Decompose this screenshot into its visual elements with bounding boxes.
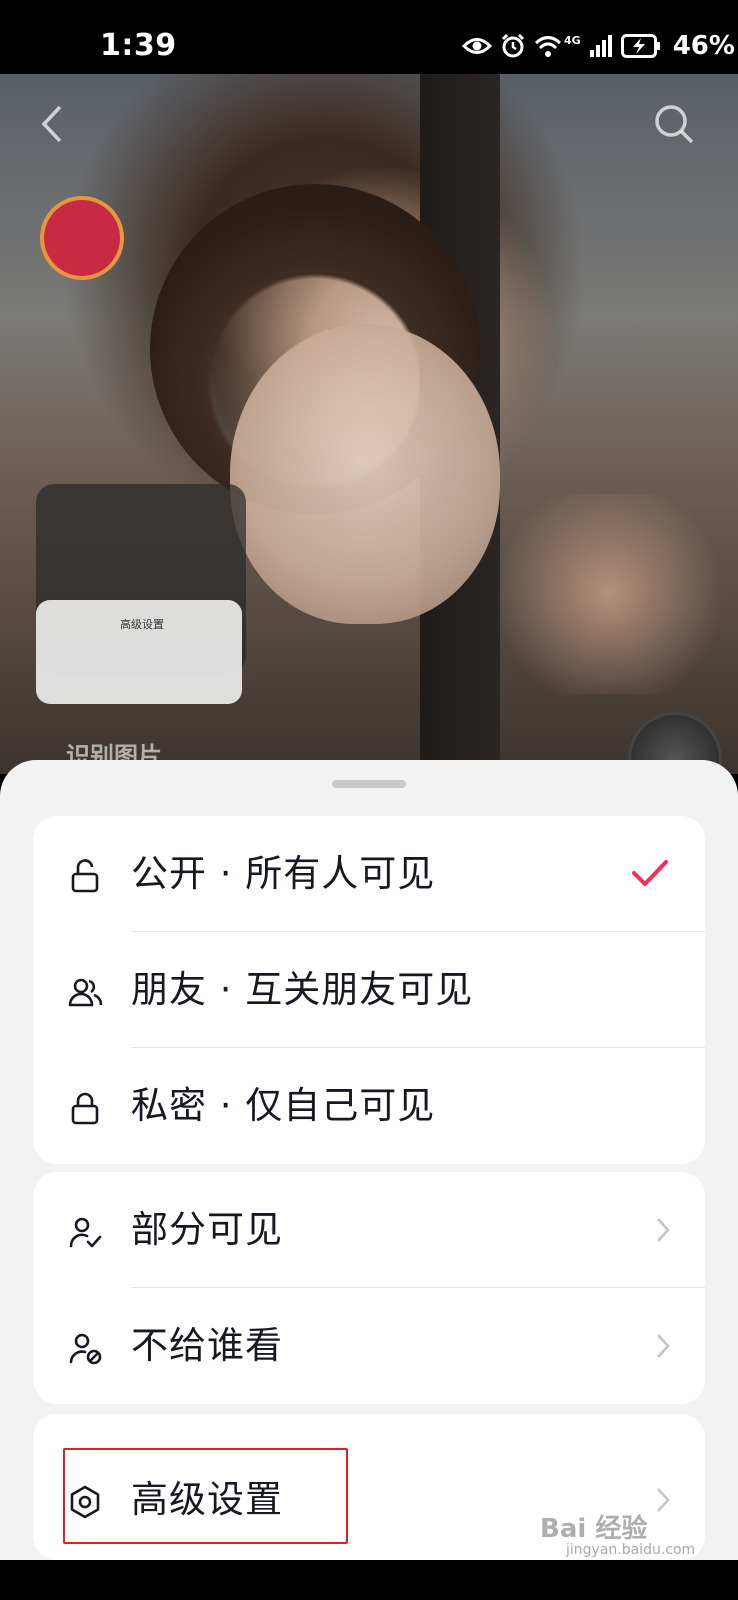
check-icon xyxy=(632,860,668,886)
option-partially-visible-label: 部分可见 xyxy=(131,1208,283,1251)
user-block-icon xyxy=(69,1333,102,1365)
signal-icon xyxy=(589,35,612,57)
option-friends[interactable]: 朋友 · 互关朋友可见 xyxy=(33,932,705,1048)
status-time: 1:39 xyxy=(100,28,177,63)
status-icons: 4G 46% xyxy=(462,31,735,61)
chevron-right-icon xyxy=(657,1218,670,1242)
chevron-right-icon xyxy=(657,1334,670,1358)
option-hide-from-label: 不给谁看 xyxy=(131,1324,283,1367)
alarm-icon xyxy=(501,33,525,58)
status-bar: 1:39 4G 46% xyxy=(0,0,738,74)
background-glow xyxy=(480,494,738,694)
eye-icon xyxy=(462,38,492,54)
option-partially-visible[interactable]: 部分可见 xyxy=(33,1172,705,1288)
user-check-icon xyxy=(69,1217,102,1248)
chevron-right-icon xyxy=(657,1488,670,1512)
battery-charging-icon xyxy=(620,34,660,58)
thumbnail-card-title: 高级设置 xyxy=(120,618,164,631)
bottom-nav-bar xyxy=(0,1560,738,1600)
background-figure-face xyxy=(230,324,500,624)
network-type-label: 4G xyxy=(564,33,581,47)
partial-visibility-card: 部分可见 不给谁看 xyxy=(33,1172,705,1404)
option-private[interactable]: 私密 · 仅自己可见 xyxy=(33,1048,705,1164)
search-icon[interactable] xyxy=(652,102,696,146)
friends-icon xyxy=(68,978,103,1007)
option-private-label: 私密 · 仅自己可见 xyxy=(131,1084,436,1127)
battery-percent: 46% xyxy=(672,31,735,61)
option-public-label: 公开 · 所有人可见 xyxy=(131,852,436,895)
author-avatar[interactable] xyxy=(40,196,124,280)
lock-icon xyxy=(71,1092,99,1125)
sheet-grabber[interactable] xyxy=(332,780,406,788)
unlock-icon xyxy=(71,859,99,893)
annotation-highlight-box xyxy=(63,1448,348,1544)
watermark-logo: Bai 经验 xyxy=(540,1514,648,1544)
watermark-url: jingyan.baidu.com xyxy=(566,1542,696,1558)
option-public[interactable]: 公开 · 所有人可见 xyxy=(33,816,705,932)
visibility-options-card: 公开 · 所有人可见 朋友 · 互关朋友可见 私密 · 仅自己可见 xyxy=(33,816,705,1164)
option-friends-label: 朋友 · 互关朋友可见 xyxy=(131,968,474,1011)
wifi-icon xyxy=(534,36,562,57)
back-arrow-icon[interactable] xyxy=(40,104,64,144)
option-hide-from[interactable]: 不给谁看 xyxy=(33,1288,705,1404)
